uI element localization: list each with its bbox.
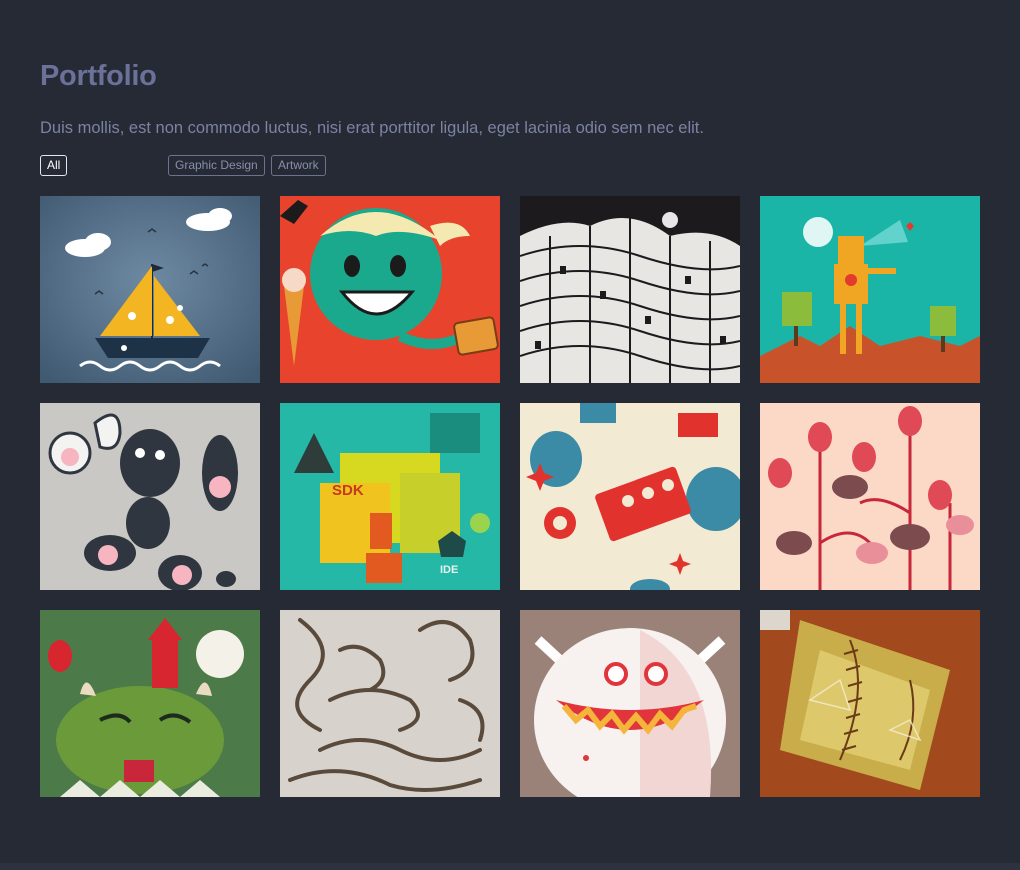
svg-text:IDE: IDE [440,564,458,576]
portfolio-tile-stitched-leather[interactable] [760,610,980,797]
sailboat-artwork [40,196,260,383]
sdk-ide-artwork: SDK IDE [280,403,500,590]
portfolio-tile-ice-cream-kid[interactable] [280,196,500,383]
svg-text:SDK: SDK [332,482,364,499]
portfolio-tile-doodle-monsters[interactable] [40,403,260,590]
green-monster-castle-artwork [40,610,260,797]
portfolio-tile-ink-city[interactable] [520,196,740,383]
portfolio-tile-green-monster-castle[interactable] [40,610,260,797]
doodle-monsters-artwork [40,403,260,590]
ink-city-artwork [520,196,740,383]
portfolio-tile-robot-desert[interactable] [760,196,980,383]
portfolio-tile-ribbon-lettering[interactable] [280,610,500,797]
ribbon-lettering-artwork [280,610,500,797]
portfolio-tile-sailboat[interactable] [40,196,260,383]
portfolio-tile-sdk-ide[interactable]: SDK IDE [280,403,500,590]
page-title: Portfolio [40,60,157,92]
portfolio-tile-retro-robots[interactable] [520,403,740,590]
ice-cream-kid-artwork [280,196,500,383]
robot-desert-artwork [760,196,980,383]
filter-artwork-button[interactable]: Artwork [271,155,326,176]
filter-all-button[interactable]: All [40,155,68,176]
stitched-leather-artwork [760,610,980,797]
portfolio-tile-hens-eggs[interactable] [760,403,980,590]
portfolio-tile-white-monster-grin[interactable] [520,610,740,797]
filter-graphic-design-button[interactable]: Graphic Design [168,155,265,176]
page-subtitle: Duis mollis, est non commodo luctus, nis… [40,119,704,137]
footer-strip [0,863,1020,870]
white-monster-grin-artwork [520,610,740,797]
hens-eggs-artwork [760,403,980,590]
retro-robots-artwork [520,403,740,590]
